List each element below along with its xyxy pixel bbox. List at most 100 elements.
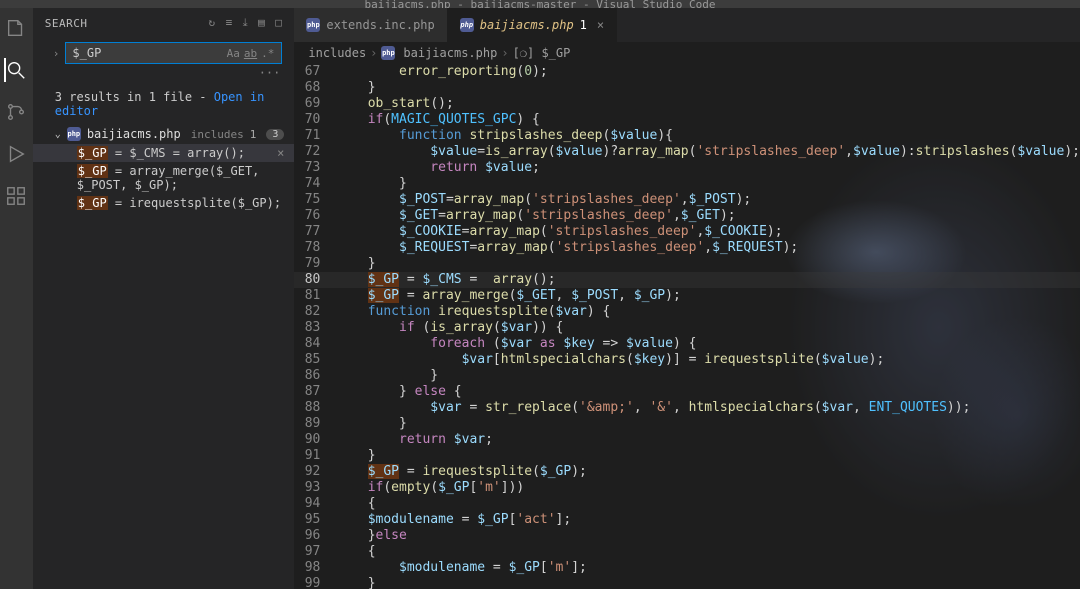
editor-tab[interactable]: phpextends.inc.php bbox=[294, 8, 447, 42]
code-content: } bbox=[336, 368, 438, 384]
code-line[interactable]: 91 } bbox=[294, 448, 1080, 464]
refresh-icon[interactable]: ↻ bbox=[209, 16, 216, 30]
code-content: return $var; bbox=[336, 432, 493, 448]
code-content: if(MAGIC_QUOTES_GPC) { bbox=[336, 112, 540, 128]
code-line[interactable]: 99 } bbox=[294, 576, 1080, 589]
breadcrumb-item[interactable]: includes bbox=[308, 46, 366, 60]
code-line[interactable]: 69 ob_start(); bbox=[294, 96, 1080, 112]
code-content: $_POST=array_map('stripslashes_deep',$_P… bbox=[336, 192, 751, 208]
result-file-name: baijiacms.php bbox=[87, 127, 181, 141]
line-number: 91 bbox=[294, 448, 336, 464]
code-line[interactable]: 75 $_POST=array_map('stripslashes_deep',… bbox=[294, 192, 1080, 208]
title-bar: baijiacms.php - baijiacms-master - Visua… bbox=[0, 0, 1080, 8]
code-content: if(empty($_GP['m'])) bbox=[336, 480, 524, 496]
search-result-line[interactable]: $_GP = array_merge($_GET, $_POST, $_GP); bbox=[33, 162, 295, 194]
collapse-icon[interactable]: ⤓ bbox=[243, 16, 248, 30]
code-line[interactable]: 79 } bbox=[294, 256, 1080, 272]
breadcrumb-item[interactable]: [❍] $_GP bbox=[513, 46, 571, 60]
line-number: 69 bbox=[294, 96, 336, 112]
code-content: { bbox=[336, 544, 375, 560]
code-content: return $value; bbox=[336, 160, 540, 176]
php-file-icon: php bbox=[306, 18, 320, 32]
dismiss-icon[interactable]: × bbox=[277, 146, 284, 160]
code-line[interactable]: 68 } bbox=[294, 80, 1080, 96]
code-line[interactable]: 82 function irequestsplite($var) { bbox=[294, 304, 1080, 320]
code-line[interactable]: 77 $_COOKIE=array_map('stripslashes_deep… bbox=[294, 224, 1080, 240]
code-line[interactable]: 88 $var = str_replace('&amp;', '&', html… bbox=[294, 400, 1080, 416]
search-result-line[interactable]: $_GP = $_CMS = array();× bbox=[33, 144, 295, 162]
line-number: 68 bbox=[294, 80, 336, 96]
code-line[interactable]: 71 function stripslashes_deep($value){ bbox=[294, 128, 1080, 144]
code-line[interactable]: 78 $_REQUEST=array_map('stripslashes_dee… bbox=[294, 240, 1080, 256]
line-number: 89 bbox=[294, 416, 336, 432]
result-file[interactable]: ⌄ php baijiacms.php includes 1 3 bbox=[33, 124, 295, 144]
line-number: 95 bbox=[294, 512, 336, 528]
editor-tab[interactable]: phpbaijiacms.php 1× bbox=[448, 8, 617, 42]
search-icon[interactable] bbox=[4, 58, 28, 82]
line-number: 84 bbox=[294, 336, 336, 352]
code-content: } bbox=[336, 416, 406, 432]
code-line[interactable]: 80 $_GP = $_CMS = array(); bbox=[294, 272, 1080, 288]
line-number: 96 bbox=[294, 528, 336, 544]
line-number: 79 bbox=[294, 256, 336, 272]
files-icon[interactable] bbox=[4, 16, 28, 40]
line-number: 82 bbox=[294, 304, 336, 320]
code-content: foreach ($var as $key => $value) { bbox=[336, 336, 696, 352]
code-editor[interactable]: 67 error_reporting(0);68 }69 ob_start();… bbox=[294, 64, 1080, 589]
code-line[interactable]: 85 $var[htmlspecialchars($key)] = ireque… bbox=[294, 352, 1080, 368]
code-line[interactable]: 97 { bbox=[294, 544, 1080, 560]
code-content: $var[htmlspecialchars($key)] = irequests… bbox=[336, 352, 884, 368]
line-number: 93 bbox=[294, 480, 336, 496]
debug-icon[interactable] bbox=[4, 142, 28, 166]
code-line[interactable]: 76 $_GET=array_map('stripslashes_deep',$… bbox=[294, 208, 1080, 224]
code-line[interactable]: 94 { bbox=[294, 496, 1080, 512]
code-content: } bbox=[336, 448, 375, 464]
code-line[interactable]: 70 if(MAGIC_QUOTES_GPC) { bbox=[294, 112, 1080, 128]
code-line[interactable]: 73 return $value; bbox=[294, 160, 1080, 176]
source-control-icon[interactable] bbox=[4, 100, 28, 124]
code-line[interactable]: 67 error_reporting(0); bbox=[294, 64, 1080, 80]
code-line[interactable]: 81 $_GP = array_merge($_GET, $_POST, $_G… bbox=[294, 288, 1080, 304]
match-case-toggle[interactable]: Aa bbox=[227, 47, 240, 60]
search-result-line[interactable]: $_GP = irequestsplite($_GP); bbox=[33, 194, 295, 212]
more-icon[interactable]: ··· bbox=[33, 66, 295, 84]
breadcrumb[interactable]: includes›phpbaijiacms.php›[❍] $_GP bbox=[294, 42, 1080, 64]
code-line[interactable]: 96 }else bbox=[294, 528, 1080, 544]
code-content: } bbox=[336, 176, 406, 192]
code-content: $_GP = irequestsplite($_GP); bbox=[336, 464, 586, 480]
code-line[interactable]: 93 if(empty($_GP['m'])) bbox=[294, 480, 1080, 496]
regex-toggle[interactable]: .* bbox=[261, 47, 274, 60]
code-content: ob_start(); bbox=[336, 96, 453, 112]
code-line[interactable]: 95 $modulename = $_GP['act']; bbox=[294, 512, 1080, 528]
code-content: $_GP = $_CMS = array(); bbox=[336, 272, 555, 288]
clear-icon[interactable]: ≡ bbox=[226, 16, 233, 30]
code-line[interactable]: 92 $_GP = irequestsplite($_GP); bbox=[294, 464, 1080, 480]
new-editor-icon[interactable]: □ bbox=[275, 16, 282, 30]
code-line[interactable]: 74 } bbox=[294, 176, 1080, 192]
view-icon[interactable]: ▤ bbox=[258, 16, 265, 30]
code-content: { bbox=[336, 496, 375, 512]
code-content: } else { bbox=[336, 384, 461, 400]
code-line[interactable]: 83 if (is_array($var)) { bbox=[294, 320, 1080, 336]
match-word-toggle[interactable]: ab bbox=[244, 47, 257, 60]
code-line[interactable]: 90 return $var; bbox=[294, 432, 1080, 448]
sidebar-title: SEARCH bbox=[45, 17, 88, 30]
code-line[interactable]: 89 } bbox=[294, 416, 1080, 432]
code-line[interactable]: 86 } bbox=[294, 368, 1080, 384]
line-number: 86 bbox=[294, 368, 336, 384]
close-icon[interactable]: × bbox=[597, 18, 604, 32]
chevron-right-icon[interactable]: › bbox=[53, 47, 60, 60]
line-number: 75 bbox=[294, 192, 336, 208]
code-line[interactable]: 72 $value=is_array($value)?array_map('st… bbox=[294, 144, 1080, 160]
code-line[interactable]: 84 foreach ($var as $key => $value) { bbox=[294, 336, 1080, 352]
extensions-icon[interactable] bbox=[4, 184, 28, 208]
chevron-right-icon: › bbox=[370, 46, 377, 60]
line-number: 81 bbox=[294, 288, 336, 304]
code-line[interactable]: 98 $modulename = $_GP['m']; bbox=[294, 560, 1080, 576]
breadcrumb-item[interactable]: baijiacms.php bbox=[403, 46, 497, 60]
php-file-icon: php bbox=[67, 127, 81, 141]
chevron-right-icon: › bbox=[501, 46, 508, 60]
code-line[interactable]: 87 } else { bbox=[294, 384, 1080, 400]
code-content: $modulename = $_GP['m']; bbox=[336, 560, 586, 576]
code-content: function stripslashes_deep($value){ bbox=[336, 128, 673, 144]
